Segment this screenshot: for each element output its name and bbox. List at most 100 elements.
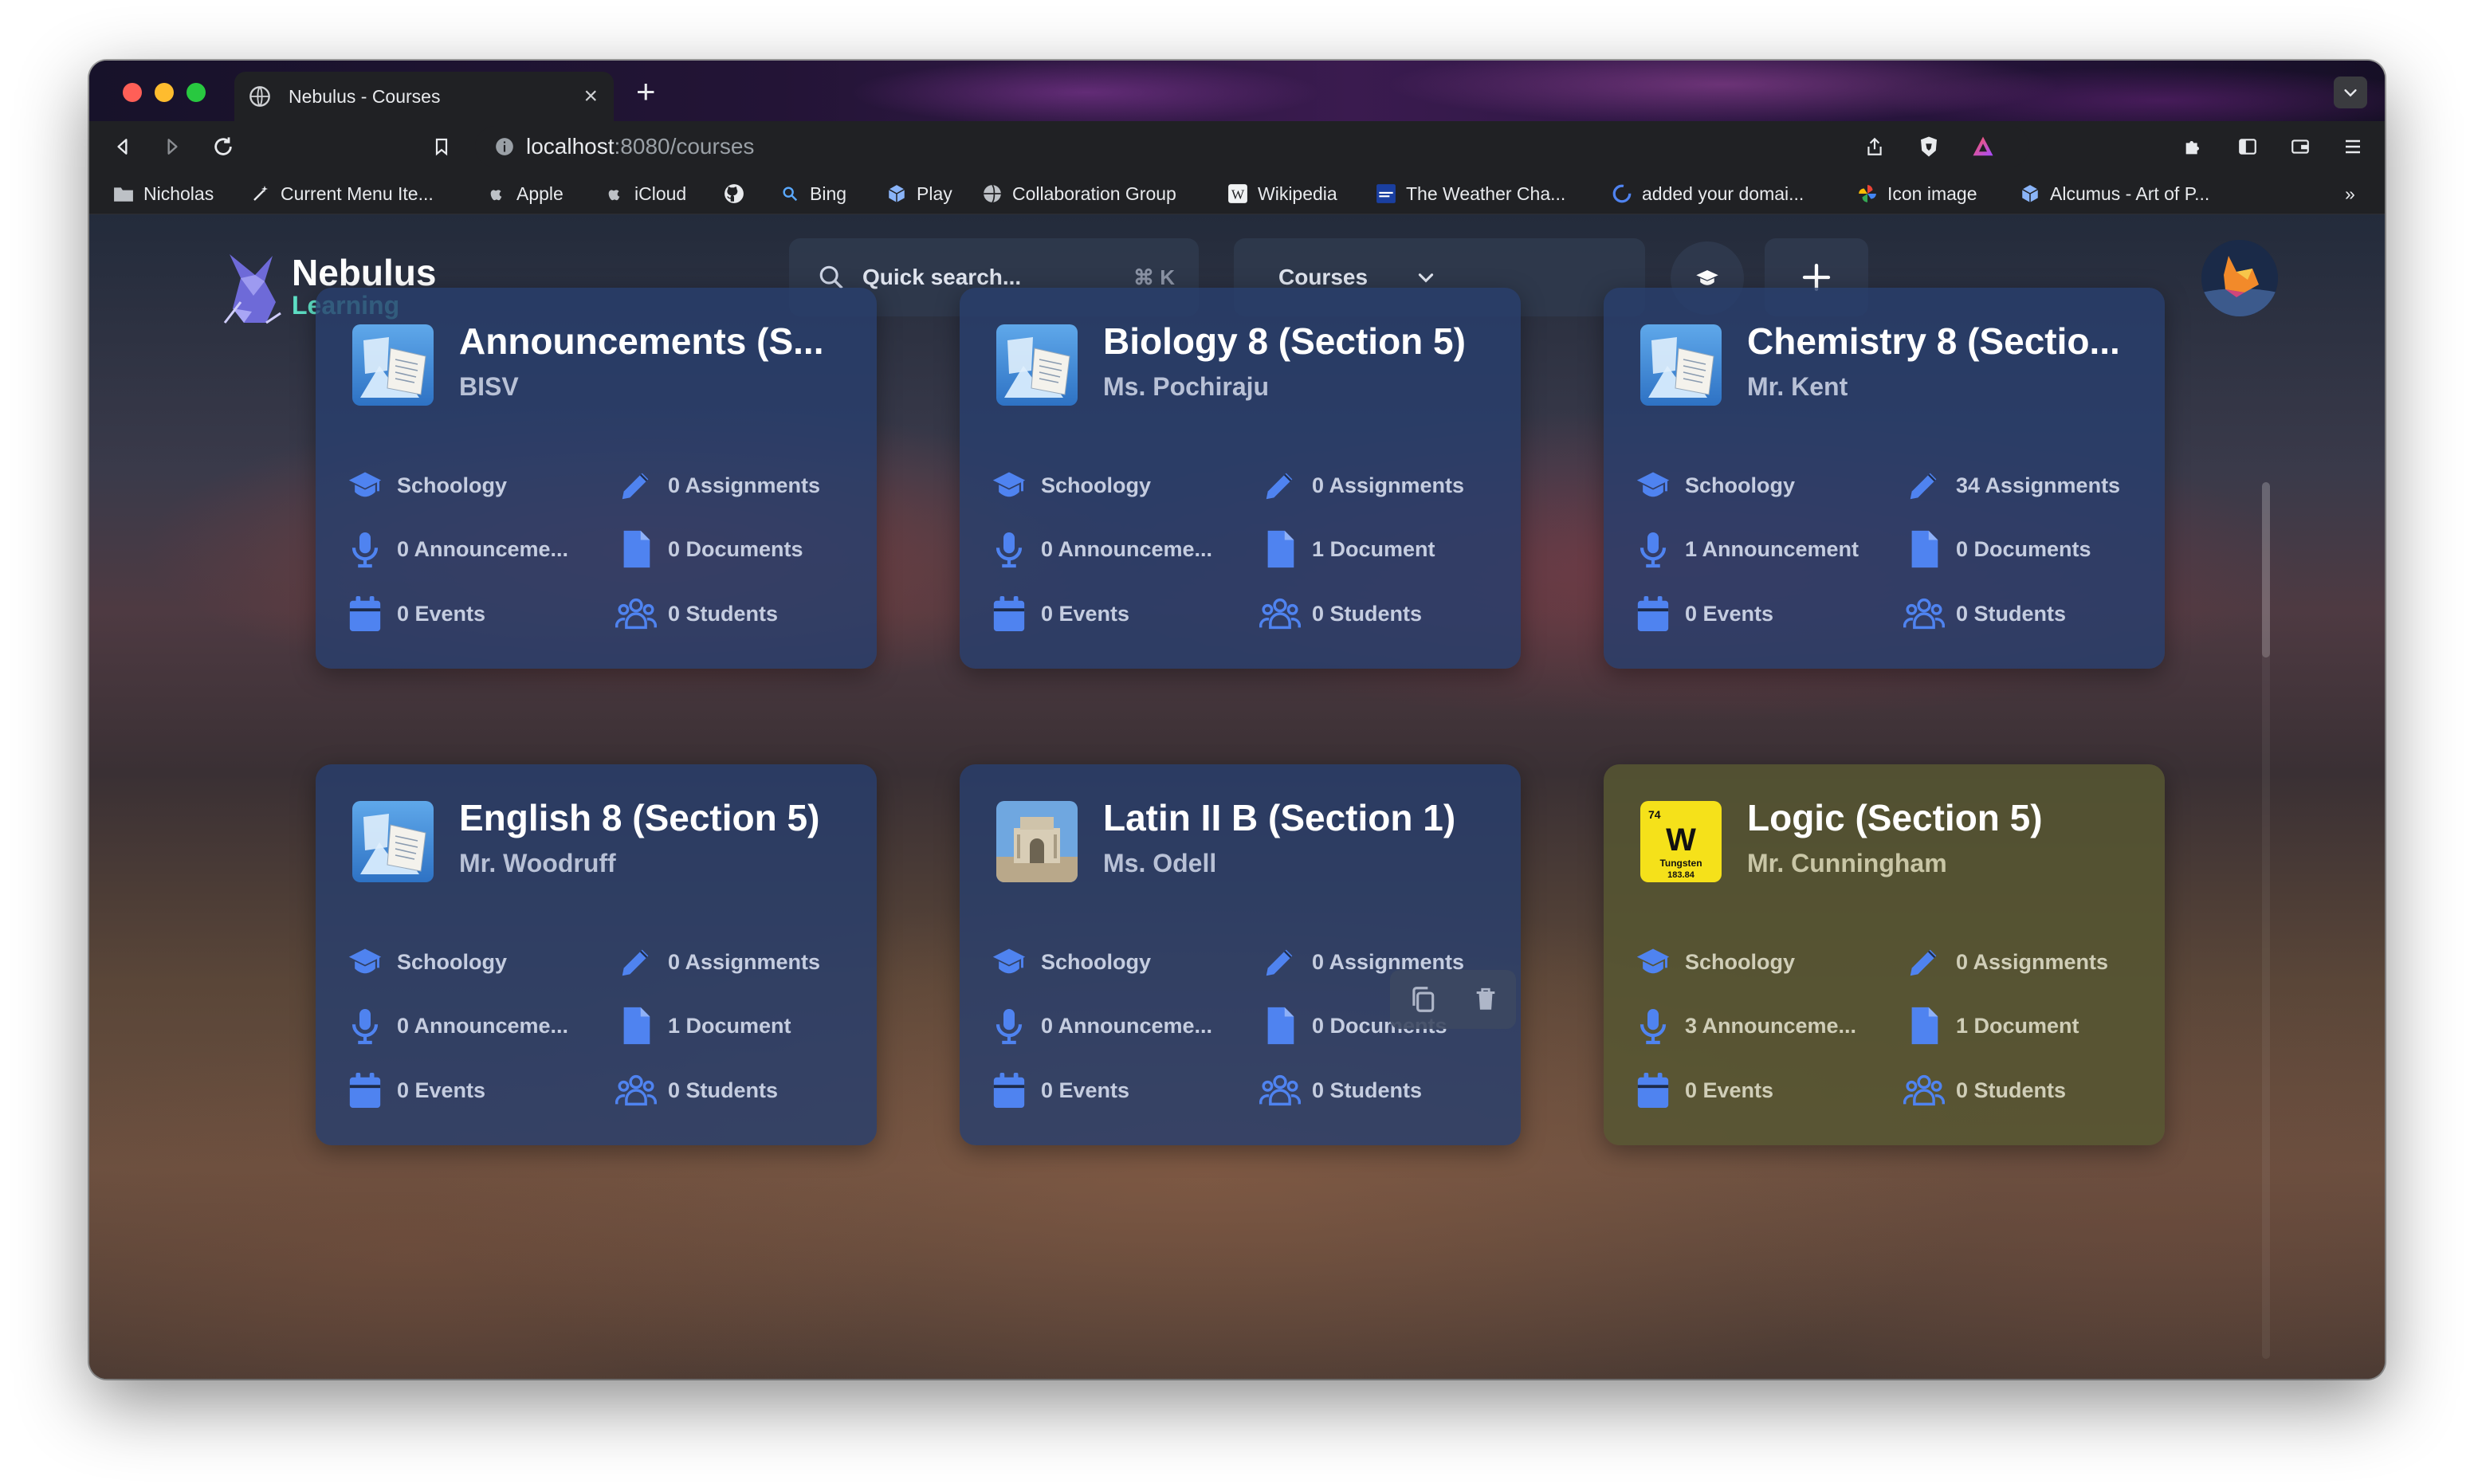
active-tab[interactable]: Nebulus - Courses × [234, 72, 614, 121]
events-stat[interactable]: 0 Events [988, 593, 1129, 634]
forward-button[interactable] [158, 132, 187, 161]
sidebar-toggle-button[interactable] [2233, 132, 2262, 161]
course-card[interactable]: Biology 8 (Section 5) Ms. Pochiraju School… [960, 288, 1521, 669]
bookmark-bing[interactable]: Bing [780, 180, 846, 207]
copy-icon[interactable] [1408, 983, 1438, 1015]
bookmark-icon-image[interactable]: Icon image [1857, 180, 1977, 207]
events-stat[interactable]: 0 Events [344, 1070, 485, 1111]
minimize-window-button[interactable] [155, 83, 174, 102]
documents-stat[interactable]: 0 Documents [1903, 528, 2091, 570]
events-stat[interactable]: 0 Events [344, 593, 485, 634]
microphone-icon [1632, 1005, 1674, 1046]
course-card[interactable]: English 8 (Section 5) Mr. Woodruff Schoolo… [316, 764, 877, 1145]
course-card[interactable]: 74 W Tungsten 183.84 Logic (Section 5) Mr. Cu… [1604, 764, 2165, 1145]
assignments-stat[interactable]: 0 Assignments [615, 941, 820, 983]
students-stat[interactable]: 0 Students [1259, 593, 1422, 634]
events-stat-label: 0 Events [397, 601, 486, 626]
students-stat[interactable]: 0 Students [615, 593, 778, 634]
events-stat-label: 0 Events [1041, 601, 1130, 626]
user-avatar[interactable] [2201, 240, 2278, 316]
announcements-stat[interactable]: 0 Announceme... [344, 528, 568, 570]
students-stat[interactable]: 0 Students [1903, 1070, 2066, 1111]
schoology-stat[interactable]: Schoology [1632, 941, 1795, 983]
events-stat-label: 0 Events [1685, 1078, 1774, 1102]
trash-icon[interactable] [1472, 984, 1499, 1015]
tab-search-button[interactable] [2334, 77, 2367, 108]
course-name[interactable]: Announcements (S... [459, 320, 858, 363]
brave-rewards-button[interactable] [1969, 132, 1997, 161]
bookmark-wikipedia[interactable]: W Wikipedia [1227, 180, 1337, 207]
bookmark-label: iCloud [634, 183, 687, 204]
bookmark-github[interactable] [724, 180, 754, 207]
students-stat[interactable]: 0 Students [1259, 1070, 1422, 1111]
reload-button[interactable] [209, 132, 238, 161]
wallet-button[interactable] [2286, 132, 2315, 161]
brave-shields-button[interactable] [1914, 132, 1943, 161]
fox-avatar-icon [2201, 240, 2278, 316]
bookmark-play[interactable]: Play [886, 180, 952, 207]
course-card[interactable]: Announcements (S... BISV Schoology 0 Assign… [316, 288, 877, 669]
documents-stat[interactable]: 1 Document [1259, 528, 1435, 570]
bookmarks-bar: Nicholas Current Menu Ite... Apple iClou… [89, 172, 2385, 214]
assignments-stat[interactable]: 0 Assignments [1259, 465, 1464, 506]
students-stat[interactable]: 0 Students [615, 1070, 778, 1111]
course-name[interactable]: Biology 8 (Section 5) [1103, 320, 1502, 363]
bookmark-icloud[interactable]: iCloud [604, 180, 686, 207]
course-card[interactable]: Chemistry 8 (Sectio... Mr. Kent Schoology 3… [1604, 288, 2165, 669]
events-stat[interactable]: 0 Events [1632, 1070, 1773, 1111]
bookmarks-overflow-button[interactable]: » [2345, 180, 2355, 207]
assignments-stat[interactable]: 0 Assignments [1903, 941, 2108, 983]
bookmark-weather-channel[interactable]: The Weather Cha... [1376, 180, 1565, 207]
schoology-stat-label: Schoology [397, 949, 508, 974]
course-card[interactable]: Latin II B (Section 1) Ms. Odell Schoology… [960, 764, 1521, 1145]
bookmark-added-domain[interactable]: added your domai... [1612, 180, 1804, 207]
bookmark-apple[interactable]: Apple [486, 180, 564, 207]
course-name[interactable]: Chemistry 8 (Sectio... [1747, 320, 2146, 363]
info-icon[interactable] [494, 136, 515, 157]
course-name[interactable]: English 8 (Section 5) [459, 796, 858, 839]
assignments-stat[interactable]: 0 Assignments [615, 465, 820, 506]
microphone-icon [988, 1005, 1030, 1046]
bookmark-current-menu[interactable]: Current Menu Ite... [250, 180, 434, 207]
assignments-stat-label: 0 Assignments [668, 473, 821, 497]
close-window-button[interactable] [123, 83, 142, 102]
new-tab-button[interactable]: + [636, 75, 656, 108]
schoology-stat[interactable]: Schoology [988, 465, 1151, 506]
card-actions-bar [1390, 970, 1516, 1029]
documents-stat[interactable]: 1 Document [1903, 1005, 2079, 1046]
puzzle-icon [2185, 141, 2199, 155]
back-button[interactable] [108, 132, 137, 161]
events-stat[interactable]: 0 Events [1632, 593, 1773, 634]
bookmark-folder-nicholas[interactable]: Nicholas [113, 180, 214, 207]
course-name[interactable]: Logic (Section 5) [1747, 796, 2146, 839]
share-button[interactable] [1860, 132, 1889, 161]
schoology-stat[interactable]: Schoology [1632, 465, 1795, 506]
schoology-stat[interactable]: Schoology [344, 465, 507, 506]
announcements-stat[interactable]: 0 Announceme... [988, 528, 1212, 570]
extensions-button[interactable] [2179, 132, 2208, 161]
scrollbar-thumb[interactable] [2262, 482, 2270, 658]
course-name[interactable]: Latin II B (Section 1) [1103, 796, 1502, 839]
announcements-stat[interactable]: 0 Announceme... [344, 1005, 568, 1046]
microphone-icon [344, 528, 386, 570]
bookmark-collaboration-group[interactable]: Collaboration Group [982, 180, 1176, 207]
close-tab-icon[interactable]: × [583, 83, 598, 110]
assignments-stat[interactable]: 34 Assignments [1903, 465, 2120, 506]
schoology-stat[interactable]: Schoology [988, 941, 1151, 983]
schoology-stat[interactable]: Schoology [344, 941, 507, 983]
loader-ring-icon [1612, 183, 1632, 204]
schoology-stat-label: Schoology [397, 473, 508, 497]
maximize-window-button[interactable] [187, 83, 206, 102]
browser-menu-button[interactable] [2339, 132, 2367, 161]
bookmark-alcumus[interactable]: Alcumus - Art of P... [2020, 180, 2209, 207]
announcements-stat[interactable]: 3 Announceme... [1632, 1005, 1856, 1046]
events-stat[interactable]: 0 Events [988, 1070, 1129, 1111]
address-bar[interactable]: localhost:8080/courses [475, 126, 2029, 167]
documents-stat[interactable]: 1 Document [615, 1005, 791, 1046]
wallet-icon [2291, 139, 2309, 154]
documents-stat[interactable]: 0 Documents [615, 528, 803, 570]
bookmark-button[interactable] [427, 132, 456, 161]
announcements-stat[interactable]: 0 Announceme... [988, 1005, 1212, 1046]
students-stat[interactable]: 0 Students [1903, 593, 2066, 634]
announcements-stat[interactable]: 1 Announcement [1632, 528, 1859, 570]
